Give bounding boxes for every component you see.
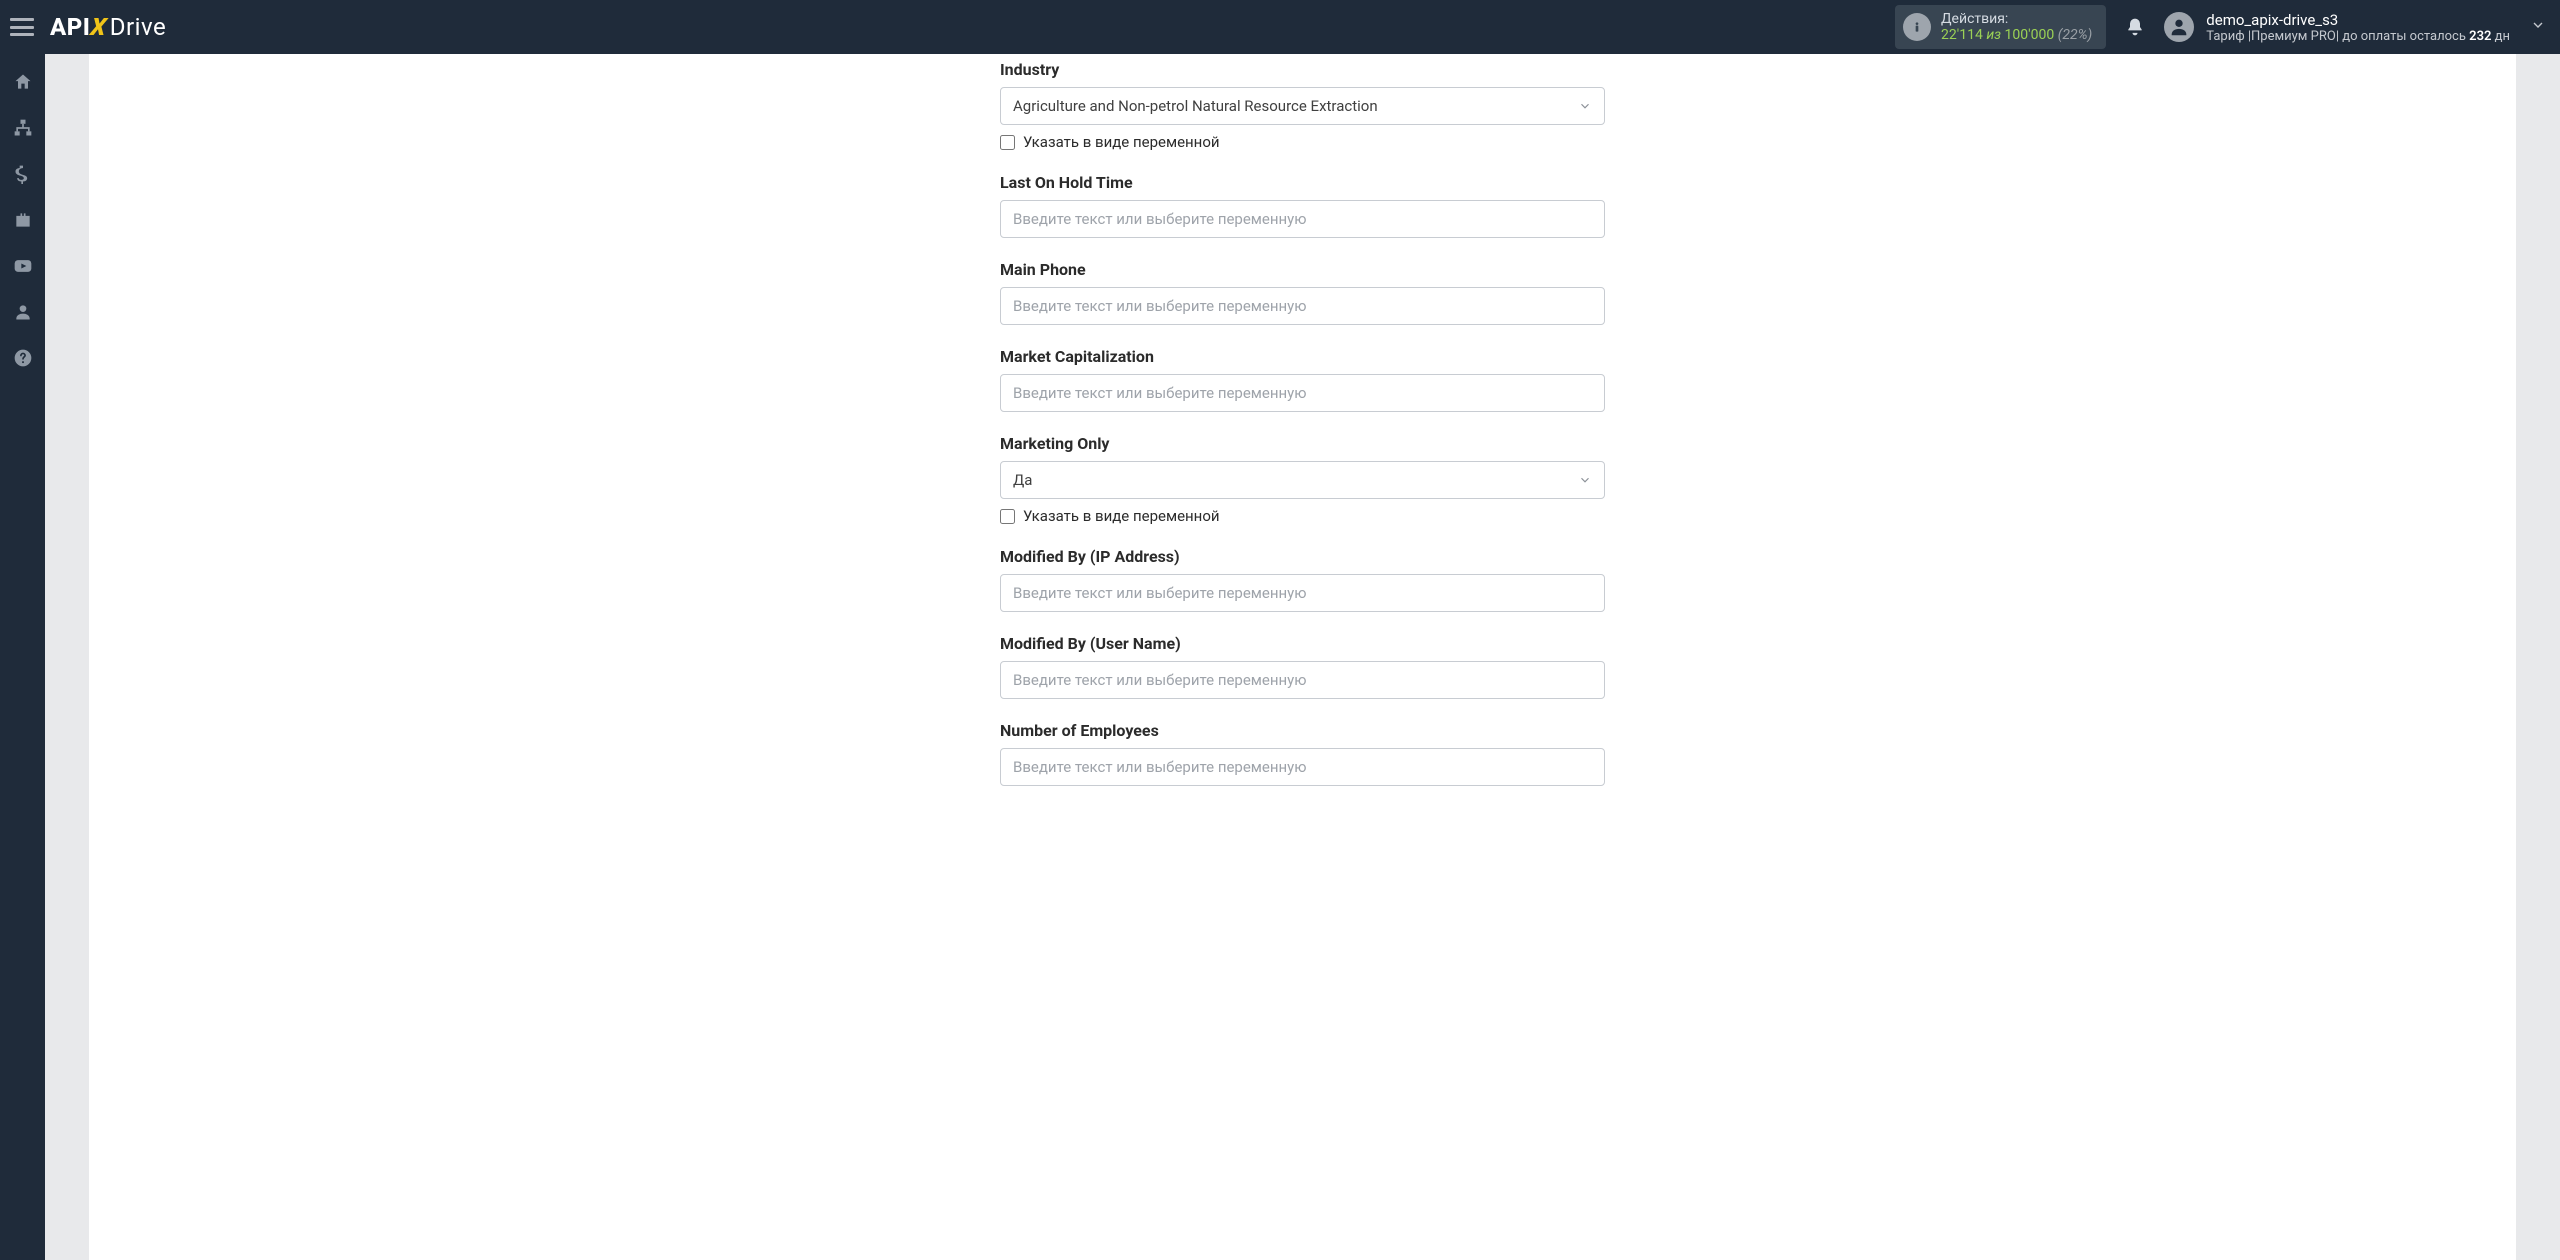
checkbox-industry-variable[interactable] (1000, 135, 1015, 150)
field-last-on-hold-time: Last On Hold Time (1000, 173, 1605, 238)
info-icon (1903, 13, 1931, 41)
youtube-icon[interactable] (13, 256, 33, 276)
label-industry: Industry (1000, 60, 1605, 79)
label-market-capitalization: Market Capitalization (1000, 347, 1605, 366)
topbar: API X Drive Действия: 22'114 из 100'000 … (0, 0, 2560, 54)
input-market-capitalization[interactable] (1000, 374, 1605, 412)
select-marketing-only-value: Да (1013, 471, 1032, 489)
label-modified-by-ip: Modified By (IP Address) (1000, 547, 1605, 566)
notifications-icon[interactable] (2124, 16, 2146, 38)
chevron-down-icon (1578, 99, 1592, 113)
label-main-phone: Main Phone (1000, 260, 1605, 279)
checkbox-industry-variable-label: Указать в виде переменной (1023, 133, 1220, 151)
field-modified-by-user: Modified By (User Name) (1000, 634, 1605, 699)
field-market-capitalization: Market Capitalization (1000, 347, 1605, 412)
logo-api: API (50, 13, 90, 41)
select-industry[interactable]: Agriculture and Non-petrol Natural Resou… (1000, 87, 1605, 125)
tariff-line: Тариф |Премиум PRO| до оплаты осталось 2… (2206, 29, 2510, 44)
avatar-icon (2164, 12, 2194, 42)
checkbox-marketing-only-variable-label: Указать в виде переменной (1023, 507, 1220, 525)
label-modified-by-user: Modified By (User Name) (1000, 634, 1605, 653)
logo-x: X (89, 13, 108, 41)
user-icon[interactable] (13, 302, 33, 322)
logo-drive: Drive (110, 13, 166, 41)
input-modified-by-ip[interactable] (1000, 574, 1605, 612)
marketing-only-variable-row: Указать в виде переменной (1000, 507, 1605, 525)
user-block[interactable]: demo_apix-drive_s3 Тариф |Премиум PRO| д… (2164, 11, 2510, 44)
actions-label: Действия: (1941, 11, 2092, 27)
logo[interactable]: API X Drive (50, 13, 166, 41)
label-number-of-employees: Number of Employees (1000, 721, 1605, 740)
checkbox-marketing-only-variable[interactable] (1000, 509, 1015, 524)
actions-status[interactable]: Действия: 22'114 из 100'000 (22%) (1895, 5, 2106, 49)
chevron-down-icon[interactable] (2530, 17, 2546, 37)
user-name: demo_apix-drive_s3 (2206, 11, 2510, 29)
field-modified-by-ip: Modified By (IP Address) (1000, 547, 1605, 612)
input-number-of-employees[interactable] (1000, 748, 1605, 786)
select-marketing-only[interactable]: Да (1000, 461, 1605, 499)
field-marketing-only: Marketing Only Да Указать в виде перемен… (1000, 434, 1605, 525)
sitemap-icon[interactable] (13, 118, 33, 138)
input-last-on-hold-time[interactable] (1000, 200, 1605, 238)
field-industry: Industry Agriculture and Non-petrol Natu… (1000, 60, 1605, 151)
briefcase-icon[interactable] (13, 210, 33, 230)
input-modified-by-user[interactable] (1000, 661, 1605, 699)
field-main-phone: Main Phone (1000, 260, 1605, 325)
form-card: Industry Agriculture and Non-petrol Natu… (89, 54, 2516, 1260)
select-industry-value: Agriculture and Non-petrol Natural Resou… (1013, 97, 1378, 115)
chevron-down-icon (1578, 473, 1592, 487)
sidebar (0, 54, 45, 1260)
industry-variable-row: Указать в виде переменной (1000, 133, 1605, 151)
home-icon[interactable] (13, 72, 33, 92)
label-last-on-hold-time: Last On Hold Time (1000, 173, 1605, 192)
label-marketing-only: Marketing Only (1000, 434, 1605, 453)
input-main-phone[interactable] (1000, 287, 1605, 325)
actions-counts: 22'114 из 100'000 (22%) (1941, 27, 2092, 43)
main-content: Industry Agriculture and Non-petrol Natu… (45, 54, 2560, 1260)
menu-toggle[interactable] (10, 18, 34, 36)
field-number-of-employees: Number of Employees (1000, 721, 1605, 786)
help-icon[interactable] (13, 348, 33, 368)
dollar-icon[interactable] (13, 164, 33, 184)
